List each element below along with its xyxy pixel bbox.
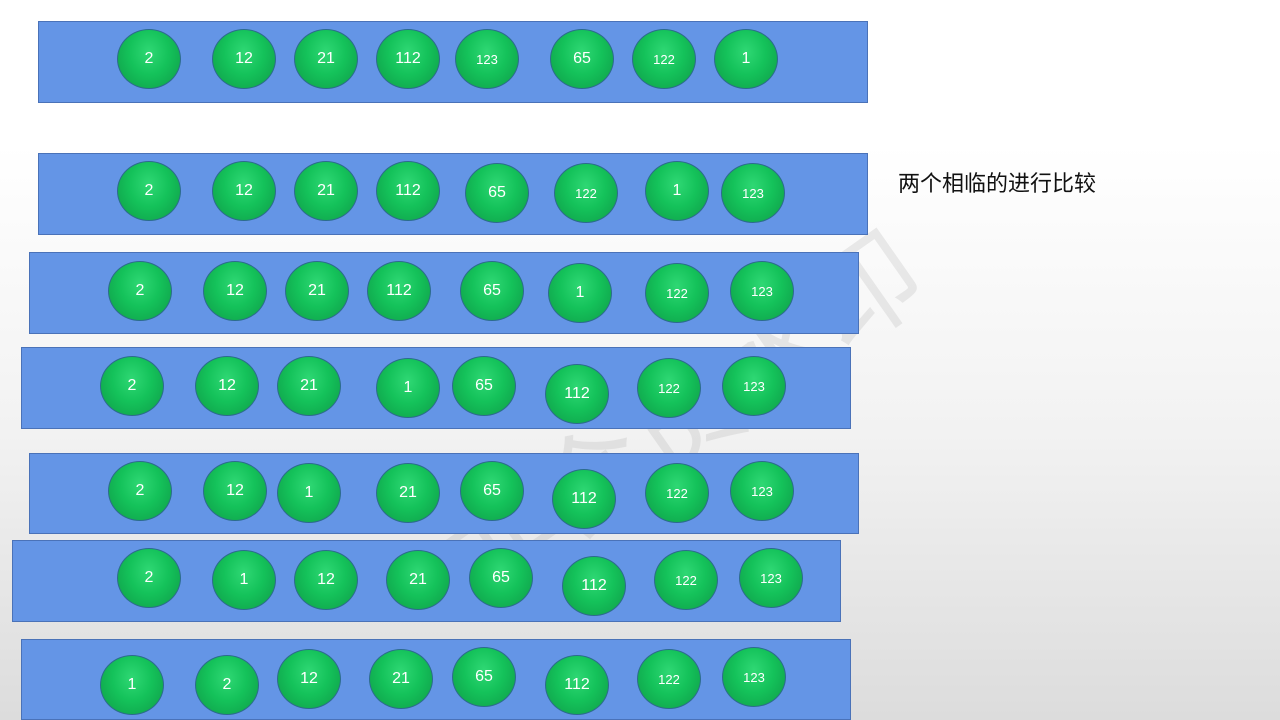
ball: 65 [550,29,614,89]
ball: 122 [632,29,696,89]
ball: 123 [730,461,794,521]
ball: 123 [721,163,785,223]
ball: 112 [552,469,616,529]
ball: 1 [714,29,778,89]
ball: 12 [203,461,267,521]
ball: 2 [117,29,181,89]
ball: 112 [367,261,431,321]
ball: 122 [637,649,701,709]
ball: 123 [455,29,519,89]
ball: 112 [545,655,609,715]
caption: 两个相临的进行比较 [898,172,1097,197]
ball: 2 [108,461,172,521]
ball: 21 [294,161,358,221]
ball: 1 [212,550,276,610]
ball: 12 [195,356,259,416]
ball: 12 [212,29,276,89]
ball: 1 [376,358,440,418]
ball: 2 [100,356,164,416]
ball: 21 [277,356,341,416]
ball: 12 [212,161,276,221]
ball: 112 [562,556,626,616]
ball: 122 [637,358,701,418]
ball: 65 [452,356,516,416]
ball: 2 [117,548,181,608]
ball: 65 [465,163,529,223]
ball: 112 [376,29,440,89]
ball: 123 [722,647,786,707]
ball: 12 [203,261,267,321]
ball: 1 [277,463,341,523]
ball: 122 [645,263,709,323]
ball: 1 [645,161,709,221]
ball: 12 [294,550,358,610]
ball: 21 [369,649,433,709]
ball: 21 [376,463,440,523]
ball: 123 [730,261,794,321]
ball: 123 [739,548,803,608]
ball: 1 [548,263,612,323]
ball: 112 [545,364,609,424]
ball: 122 [645,463,709,523]
ball: 65 [452,647,516,707]
ball: 65 [460,261,524,321]
ball: 21 [386,550,450,610]
ball: 2 [108,261,172,321]
ball: 1 [100,655,164,715]
ball: 123 [722,356,786,416]
ball: 12 [277,649,341,709]
ball: 112 [376,161,440,221]
ball: 122 [554,163,618,223]
ball: 2 [117,161,181,221]
ball: 65 [469,548,533,608]
ball: 122 [654,550,718,610]
ball: 21 [285,261,349,321]
ball: 65 [460,461,524,521]
ball: 2 [195,655,259,715]
ball: 21 [294,29,358,89]
